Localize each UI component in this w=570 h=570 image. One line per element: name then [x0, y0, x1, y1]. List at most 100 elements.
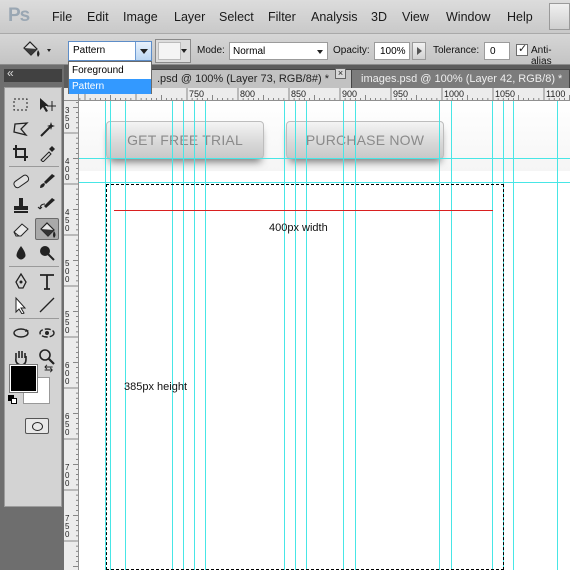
- history-brush-icon: [37, 198, 55, 210]
- line-tool[interactable]: [35, 294, 59, 316]
- path-selection-tool[interactable]: [9, 294, 33, 316]
- mode-label: Mode:: [197, 45, 225, 56]
- toolbar-separator: [9, 166, 59, 167]
- clone-stamp-tool[interactable]: [9, 194, 33, 216]
- tolerance-label: Tolerance:: [433, 45, 480, 56]
- menu-help[interactable]: Help: [507, 10, 533, 24]
- menu-file[interactable]: File: [52, 10, 72, 24]
- magic-wand-icon: [40, 122, 55, 137]
- antialias-checkbox[interactable]: [516, 42, 528, 56]
- guide-vertical: [557, 101, 558, 570]
- mode-select[interactable]: Normal: [229, 42, 328, 60]
- tab-document-2[interactable]: images.psd @ 100% (Layer 42, RGB/8) *: [351, 69, 570, 88]
- ruler-ticks: 750 800 850 900 950 1000 1050 1100: [79, 88, 570, 100]
- tools-panel-body: ⇆: [4, 87, 62, 507]
- default-colors-icon[interactable]: [8, 395, 17, 404]
- ruler-label: 0: [65, 173, 70, 182]
- move-icon: [40, 98, 56, 112]
- fill-source-value: Pattern: [73, 45, 106, 56]
- ruler-label: 1100: [546, 89, 565, 99]
- horizontal-ruler[interactable]: 750 800 850 900 950 1000 1050 1100: [79, 88, 570, 101]
- ruler-label: 0: [65, 377, 70, 386]
- height-annotation: 385px height: [124, 381, 187, 393]
- type-icon: [40, 274, 54, 290]
- menu-window[interactable]: Window: [446, 10, 490, 24]
- pen-icon: [15, 272, 27, 289]
- pen-tool[interactable]: [9, 270, 33, 292]
- dropdown-option-pattern[interactable]: Pattern: [69, 79, 151, 94]
- foreground-color[interactable]: [9, 364, 38, 393]
- ruler-label: 0: [65, 224, 70, 233]
- paint-bucket-icon: [23, 41, 51, 57]
- line-icon: [39, 297, 55, 313]
- menu-edit[interactable]: Edit: [87, 10, 109, 24]
- swap-colors-icon[interactable]: ⇆: [44, 362, 53, 375]
- tool-preset-picker[interactable]: [18, 39, 56, 61]
- eyedropper-tool[interactable]: [35, 142, 59, 164]
- healing-brush-tool[interactable]: [9, 170, 33, 192]
- opacity-input[interactable]: 100%: [374, 42, 410, 60]
- menu-layer[interactable]: Layer: [174, 10, 205, 24]
- workspace-switcher[interactable]: [549, 3, 570, 30]
- paint-bucket-icon: [40, 222, 56, 238]
- menu-bar: Ps File Edit Image Layer Select Filter A…: [0, 0, 570, 34]
- quick-mask-button[interactable]: [25, 418, 49, 434]
- ruler-label: 0: [65, 479, 70, 488]
- magic-wand-tool[interactable]: [35, 118, 59, 140]
- tab-label: .psd @ 100% (Layer 73, RGB/8#) *: [157, 73, 329, 85]
- move-tool[interactable]: [35, 94, 59, 116]
- menu-view[interactable]: View: [402, 10, 429, 24]
- tools-panel-collapse[interactable]: [4, 66, 62, 82]
- menu-3d[interactable]: 3D: [371, 10, 387, 24]
- ruler-ticks: 350400450500550600650700750: [64, 102, 78, 567]
- menu-analysis[interactable]: Analysis: [311, 10, 358, 24]
- crop-tool[interactable]: [9, 142, 33, 164]
- ruler-label: 0: [65, 326, 70, 335]
- get-free-trial-button: GET FREE TRIAL: [106, 121, 264, 159]
- menu-select[interactable]: Select: [219, 10, 254, 24]
- selection-marquee: [106, 184, 504, 570]
- marquee-tool[interactable]: [9, 94, 33, 116]
- opacity-slider-button[interactable]: [412, 42, 426, 60]
- chevron-down-icon: [317, 50, 323, 54]
- ruler-label: 0: [65, 122, 70, 131]
- eyedropper-icon: [40, 146, 55, 162]
- 3d-rotate-tool[interactable]: [9, 322, 33, 344]
- hand-icon: [15, 351, 27, 366]
- ruler-label: 0: [65, 428, 70, 437]
- ruler-label: 850: [291, 89, 306, 99]
- width-measure-line: [114, 210, 493, 211]
- fill-source-select[interactable]: Pattern: [68, 41, 152, 61]
- pattern-picker[interactable]: [155, 39, 191, 63]
- ruler-label: 950: [393, 89, 408, 99]
- menu-image[interactable]: Image: [123, 10, 158, 24]
- vertical-ruler[interactable]: 350400450500550600650700750: [64, 101, 79, 570]
- arrow-pointer-icon: [15, 296, 27, 314]
- brush-tool[interactable]: [35, 170, 59, 192]
- eraser-tool[interactable]: [9, 218, 33, 240]
- paint-bucket-tool[interactable]: [35, 218, 59, 240]
- brush-icon: [40, 174, 55, 188]
- blur-tool[interactable]: [9, 242, 33, 264]
- document-canvas[interactable]: GET FREE TRIAL PURCHASE NOW 400px width …: [79, 101, 570, 570]
- ruler-label: 0: [65, 275, 70, 284]
- menu-filter[interactable]: Filter: [268, 10, 296, 24]
- dodge-tool[interactable]: [35, 242, 59, 264]
- 3d-orbit-tool[interactable]: [35, 322, 59, 344]
- fill-source-dropdown: Foreground Pattern: [68, 61, 152, 94]
- ruler-label: 1050: [495, 89, 515, 99]
- chevron-down-icon: [181, 49, 187, 53]
- close-icon[interactable]: ×: [335, 68, 346, 79]
- pattern-preview: [158, 42, 181, 60]
- ruler-label: 1000: [444, 89, 464, 99]
- type-tool[interactable]: [35, 270, 59, 292]
- tolerance-input[interactable]: 0: [484, 42, 510, 60]
- dropdown-option-foreground[interactable]: Foreground: [69, 63, 151, 78]
- water-drop-icon: [16, 246, 26, 260]
- history-brush-tool[interactable]: [35, 194, 59, 216]
- photoshop-logo: Ps: [8, 5, 30, 26]
- chevron-down-icon[interactable]: [135, 42, 151, 60]
- guide-horizontal: [79, 182, 570, 183]
- marquee-icon: [13, 98, 28, 111]
- lasso-tool[interactable]: [9, 118, 33, 140]
